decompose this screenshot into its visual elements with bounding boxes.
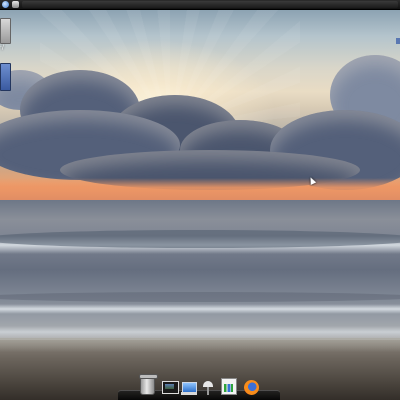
desktop-item-drive[interactable]: ·/	[0, 18, 14, 51]
desktop[interactable]	[0, 0, 400, 400]
wallpaper-wave	[0, 230, 400, 248]
computer-base	[181, 392, 197, 395]
wallpaper-wave-foam	[0, 304, 400, 314]
desktop-item-folder[interactable]	[0, 63, 14, 91]
photo-viewer-icon[interactable]	[162, 381, 179, 394]
chart-icon[interactable]	[221, 378, 237, 395]
screen-edge-mark	[396, 38, 400, 44]
lamp-pole	[207, 387, 209, 395]
window-icon[interactable]	[12, 1, 19, 8]
top-panel-taskbar[interactable]	[22, 1, 398, 8]
wallpaper-wave-foam	[0, 326, 400, 338]
wallpaper-sea	[0, 200, 400, 340]
wallpaper-wave	[0, 292, 400, 302]
wallpaper-horizon-glow	[0, 178, 400, 202]
wallpaper-wet-sand	[0, 338, 400, 352]
globe-icon[interactable]	[2, 1, 9, 8]
folder-icon	[0, 63, 11, 91]
lamp-icon[interactable]	[203, 381, 213, 395]
dock	[118, 371, 280, 400]
drive-icon	[0, 18, 11, 44]
firefox-icon[interactable]	[244, 380, 259, 395]
trash-icon[interactable]	[139, 374, 158, 395]
top-panel	[0, 0, 400, 10]
computer-icon[interactable]	[181, 382, 197, 395]
desktop-item-label: ·/	[0, 44, 4, 51]
